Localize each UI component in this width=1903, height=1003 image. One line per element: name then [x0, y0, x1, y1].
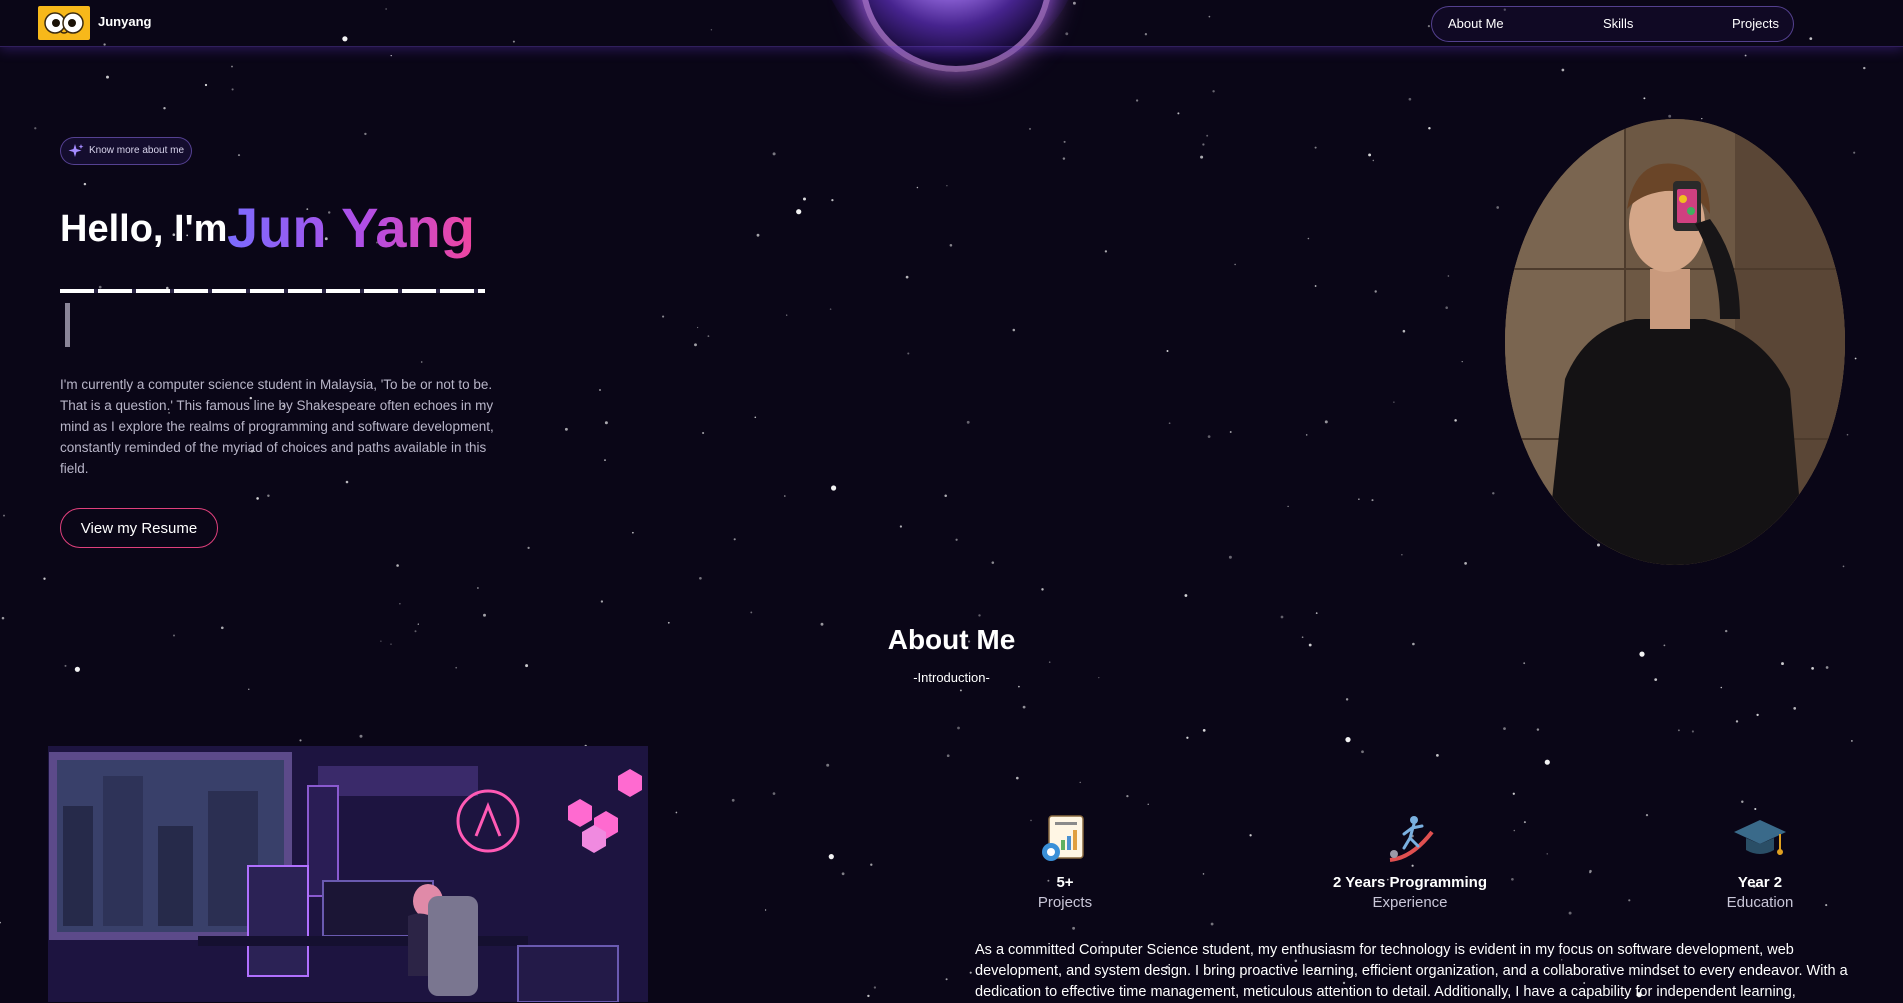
nav-projects[interactable]: Projects [1732, 16, 1779, 31]
stat-projects: 5+ Projects [1005, 810, 1125, 911]
top-navbar: Junyang About Me Skills Projects [0, 0, 1903, 47]
intro-paragraph: I'm currently a computer science student… [60, 377, 494, 476]
about-title: About Me [887, 624, 1016, 655]
gaming-room-image [48, 746, 648, 1002]
climber-icon [1389, 816, 1434, 862]
stat-experience-label: Experience [1372, 894, 1448, 911]
stat-education-value: Year 2 [1737, 874, 1783, 891]
nav-about-me[interactable]: About Me [1448, 16, 1504, 31]
greeting: Hello, I'm [60, 208, 228, 250]
graduation-cap-icon [1734, 820, 1786, 855]
typing-cursor [65, 303, 70, 347]
cyberpunk-room-illustration [48, 746, 648, 1002]
stat-experience: 2 Years Programming Experience [1320, 810, 1500, 911]
person-selfie-image [1505, 119, 1845, 565]
nav-skills[interactable]: Skills [1603, 16, 1633, 31]
badge-label: Know more about me [89, 145, 185, 156]
stat-experience-value: 2 Years Programming [1333, 874, 1487, 891]
know-more-badge[interactable]: Know more about me [60, 137, 192, 165]
hero-name: Jun Yang [227, 196, 475, 259]
sparkle-icon [68, 144, 84, 157]
about-subtitle: -Introduction- [913, 670, 990, 685]
view-resume-button[interactable]: View my Resume [60, 508, 218, 548]
dashed-divider [60, 289, 485, 293]
profile-photo [1505, 119, 1845, 565]
about-paragraph: As a committed Computer Science student,… [975, 942, 1848, 1000]
logo-face-icon [44, 12, 84, 34]
brand-name[interactable]: Junyang [98, 14, 151, 29]
report-icon [1042, 815, 1084, 861]
logo[interactable] [38, 6, 90, 40]
stat-projects-value: 5+ [1056, 874, 1074, 891]
stat-education-label: Education [1726, 894, 1794, 911]
stat-projects-label: Projects [1037, 894, 1093, 911]
stat-education: Year 2 Education [1700, 810, 1820, 911]
nav-menu: About Me Skills Projects [1431, 6, 1794, 42]
